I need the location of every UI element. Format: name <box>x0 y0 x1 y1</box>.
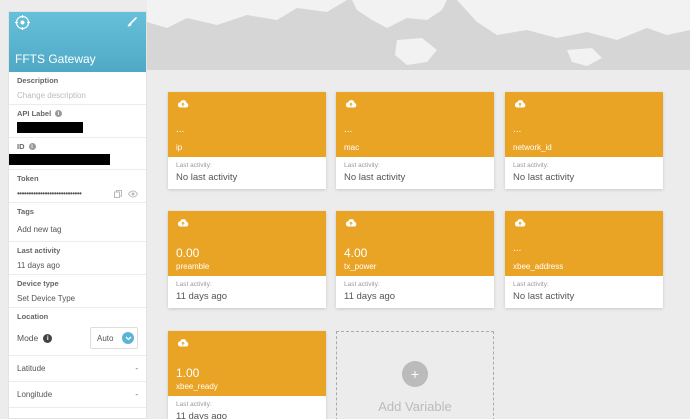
variable-card[interactable]: 0.00 preamble Last activity: 11 days ago <box>168 211 326 308</box>
last-activity-label: Last activity: <box>176 281 212 288</box>
cloud-upload-icon <box>345 100 357 108</box>
mode-value: Auto <box>97 333 114 343</box>
device-type-label: Device type <box>17 279 59 288</box>
last-activity-label: Last activity <box>17 246 61 255</box>
variable-card[interactable]: ... mac Last activity: No last activity <box>336 92 494 189</box>
last-activity-label: Last activity: <box>344 162 380 169</box>
variable-name: tx_power <box>344 262 377 271</box>
variable-name: network_id <box>513 143 552 152</box>
chevron-down-icon <box>122 332 134 344</box>
description-input[interactable]: Change description <box>17 91 138 100</box>
cloud-upload-icon <box>514 219 526 227</box>
add-tag-input[interactable]: Add new tag <box>17 225 138 234</box>
last-activity-section: Last activity 11 days ago <box>9 242 146 275</box>
variable-value: ... <box>344 124 353 135</box>
last-activity-value: No last activity <box>176 172 238 183</box>
variable-name: xbee_ready <box>176 382 218 391</box>
cloud-upload-icon <box>514 100 526 108</box>
cloud-upload-icon <box>177 100 189 108</box>
id-label: ID <box>17 142 25 151</box>
last-activity-value: 11 days ago <box>17 261 60 270</box>
latitude-value[interactable]: - <box>135 364 138 373</box>
api-label-section: API Label i <box>9 105 146 138</box>
latitude-label: Latitude <box>17 364 46 373</box>
variable-value: 1.00 <box>176 366 200 380</box>
last-activity-label: Last activity: <box>176 401 212 408</box>
cloud-upload-icon <box>345 219 357 227</box>
variable-card[interactable]: ... ip Last activity: No last activity <box>168 92 326 189</box>
last-activity-label: Last activity: <box>176 162 212 169</box>
variable-value: ... <box>176 124 185 135</box>
token-section: Token •••••••••••••••••••••••••••• <box>9 170 146 203</box>
variable-card[interactable]: 1.00 xbee_ready Last activity: 11 days a… <box>168 331 326 419</box>
variable-name: ip <box>176 143 183 152</box>
last-activity-value: No last activity <box>513 172 575 183</box>
variable-value: ... <box>513 124 522 135</box>
device-logo-icon <box>15 15 30 30</box>
api-label-redacted <box>17 122 83 133</box>
variable-name: mac <box>344 143 360 152</box>
description-section: Description Change description <box>9 72 146 105</box>
add-variable-label: Add Variable <box>378 399 452 414</box>
description-label: Description <box>17 76 59 85</box>
device-title: FFTS Gateway <box>15 52 96 66</box>
longitude-label: Longitude <box>17 390 53 399</box>
map-background <box>147 0 690 70</box>
latitude-row: Latitude - <box>9 356 146 382</box>
last-activity-value: 11 days ago <box>176 411 228 419</box>
cloud-upload-icon <box>177 219 189 227</box>
last-activity-value: No last activity <box>513 291 575 302</box>
variable-card[interactable]: ... network_id Last activity: No last ac… <box>505 92 663 189</box>
tags-label: Tags <box>17 207 34 216</box>
variable-card[interactable]: 4.00 tx_power Last activity: 11 days ago <box>336 211 494 308</box>
variable-value: ... <box>513 243 522 254</box>
longitude-row: Longitude - <box>9 382 146 408</box>
device-sidebar: FFTS Gateway Description Change descript… <box>8 11 147 419</box>
info-icon[interactable]: i <box>55 110 63 117</box>
info-icon[interactable]: i <box>43 333 53 343</box>
device-header: FFTS Gateway <box>9 12 146 72</box>
variable-value: 4.00 <box>344 246 368 260</box>
api-label-label: API Label <box>17 109 52 118</box>
id-redacted <box>9 154 110 165</box>
mode-label: Mode <box>17 333 39 343</box>
variable-card[interactable]: ... xbee_address Last activity: No last … <box>505 211 663 308</box>
last-activity-label: Last activity: <box>344 281 380 288</box>
tags-section: Tags Add new tag <box>9 203 146 242</box>
last-activity-label: Last activity: <box>513 281 549 288</box>
token-value: •••••••••••••••••••••••••••• <box>17 189 82 198</box>
last-activity-label: Last activity: <box>513 162 549 169</box>
device-type-select[interactable]: Set Device Type <box>17 294 138 303</box>
location-section: Location Mode i Auto <box>9 308 146 356</box>
location-label: Location <box>17 312 49 321</box>
mode-select[interactable]: Auto <box>90 327 138 349</box>
token-label: Token <box>17 174 39 183</box>
copy-icon[interactable] <box>114 189 122 198</box>
eye-icon[interactable] <box>128 190 138 198</box>
info-icon[interactable]: i <box>28 143 36 150</box>
edit-appearance-icon[interactable] <box>127 17 137 27</box>
variable-name: preamble <box>176 262 210 271</box>
id-section: ID i <box>9 138 146 170</box>
variable-value: 0.00 <box>176 246 200 260</box>
add-variable-button[interactable]: + Add Variable <box>336 331 494 419</box>
variable-name: xbee_address <box>513 262 564 271</box>
device-type-section: Device type Set Device Type <box>9 275 146 308</box>
plus-icon: + <box>402 361 428 387</box>
last-activity-value: No last activity <box>344 172 406 183</box>
cloud-upload-icon <box>177 339 189 347</box>
longitude-value[interactable]: - <box>135 390 138 399</box>
last-activity-value: 11 days ago <box>344 291 396 302</box>
last-activity-value: 11 days ago <box>176 291 228 302</box>
